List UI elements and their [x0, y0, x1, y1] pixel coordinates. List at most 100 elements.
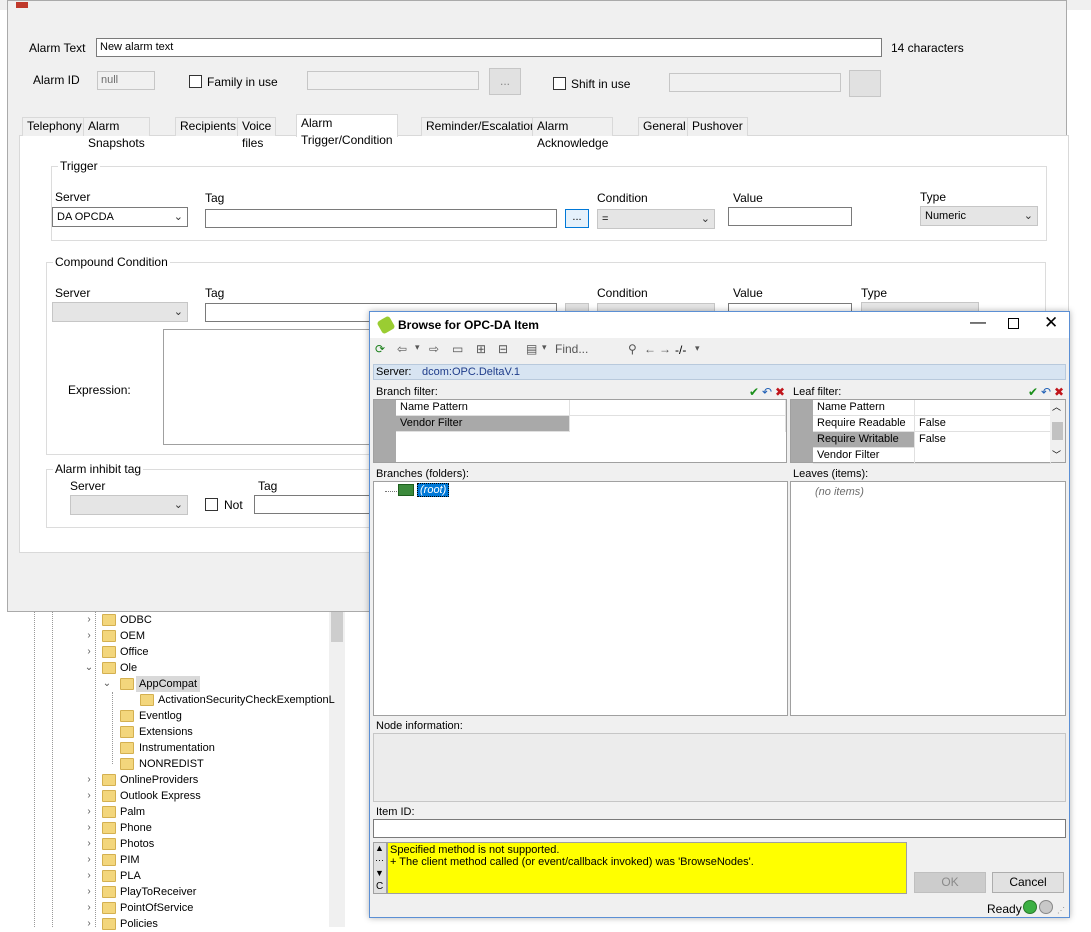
view-options-chevron-icon[interactable]: ▾: [542, 342, 547, 353]
family-in-use-checkbox[interactable]: [189, 75, 202, 88]
tab-voice-files[interactable]: Voice files: [237, 117, 277, 150]
scroll-up-icon[interactable]: ▲: [375, 843, 384, 853]
error-line-1: Specified method is not supported.: [390, 844, 560, 856]
tree-scrollbar[interactable]: [329, 612, 345, 927]
browse-title: Browse for OPC-DA Item: [398, 318, 539, 332]
alarm-dialog-icon: [16, 2, 28, 8]
search-icon[interactable]: ⚲: [628, 342, 637, 356]
tab-reminder-escalation[interactable]: Reminder/Escalation: [421, 117, 542, 136]
shift-in-use-checkbox[interactable]: [553, 77, 566, 90]
trigger-value-label: Value: [733, 191, 763, 205]
leaf-filter-row[interactable]: Name Pattern: [813, 400, 1051, 416]
copy-button[interactable]: C: [376, 881, 383, 892]
inhibit-server-select[interactable]: ⌄: [70, 495, 188, 515]
compound-server-select[interactable]: ⌄: [52, 302, 188, 322]
error-line-2: + The client method called (or event/cal…: [390, 856, 754, 868]
trigger-value-input[interactable]: [728, 207, 852, 226]
maximize-icon[interactable]: [1008, 318, 1019, 329]
close-icon[interactable]: ✕: [1044, 313, 1058, 333]
branch-filter-label: Branch filter:: [376, 386, 438, 398]
scroll-down-icon[interactable]: ▼: [375, 868, 384, 878]
branch-filter-apply-icon[interactable]: ✔: [749, 385, 759, 399]
shift-browse-button[interactable]: [849, 70, 881, 97]
status-idle-icon: [1039, 900, 1053, 914]
server-node-icon: [398, 484, 414, 496]
alarm-text-input[interactable]: New alarm text: [96, 38, 882, 57]
chevron-down-icon: ⌄: [1023, 210, 1033, 222]
tab-alarm-snapshots[interactable]: Alarm Snapshots: [83, 117, 150, 150]
chevron-down-icon[interactable]: ﹀: [1052, 448, 1061, 461]
find-input[interactable]: Find...: [555, 342, 625, 356]
item-id-input[interactable]: [373, 819, 1066, 838]
tab-recipients[interactable]: Recipients: [175, 117, 242, 136]
leaves-list[interactable]: (no items): [790, 481, 1066, 716]
family-browse-button[interactable]: ...: [489, 68, 521, 95]
leaf-filter-row[interactable]: Require Writable False: [813, 432, 1051, 448]
find-next-icon[interactable]: →: [659, 342, 671, 356]
chevron-up-icon[interactable]: ︿: [1052, 400, 1061, 413]
leaf-filter-reset-icon[interactable]: ↶: [1041, 385, 1051, 399]
browse-title-bar: Browse for OPC-DA Item — ✕: [370, 312, 1069, 338]
no-items-text: (no items): [815, 486, 864, 498]
tab-alarm-trigger-condition[interactable]: Alarm Trigger/Condition: [296, 114, 398, 147]
expression-textarea[interactable]: [163, 329, 373, 445]
root-node[interactable]: (root): [417, 483, 450, 497]
branches-tree[interactable]: (root): [373, 481, 788, 716]
leaf-filter-apply-icon[interactable]: ✔: [1028, 385, 1038, 399]
cancel-button[interactable]: Cancel: [992, 872, 1064, 893]
tab-pushover[interactable]: Pushover: [687, 117, 748, 136]
separator-chevron-icon[interactable]: ▾: [695, 343, 700, 354]
find-previous-icon[interactable]: ←: [644, 342, 656, 356]
browse-opc-window: Browse for OPC-DA Item — ✕ ⟳ ⇦ ▾ ⇨ ▭ ⊞ ⊟…: [369, 311, 1070, 918]
branch-filter-reset-icon[interactable]: ↶: [762, 385, 772, 399]
details-icon[interactable]: ⋯: [375, 855, 384, 866]
refresh-icon[interactable]: ⟳: [375, 342, 385, 356]
server-value: dcom:OPC.DeltaV.1: [422, 366, 521, 378]
leaf-filter-row[interactable]: Require Readable False: [813, 416, 1051, 432]
leaf-filter-clear-icon[interactable]: ✖: [1054, 385, 1064, 399]
tree-scrollbar-thumb[interactable]: [331, 612, 343, 642]
leaf-filter-row[interactable]: Vendor Filter: [813, 448, 1051, 464]
minimize-icon[interactable]: —: [970, 314, 986, 332]
compound-type-label: Type: [861, 286, 888, 300]
leaf-filter-grid: Name Pattern Require Readable False Requ…: [790, 399, 1066, 464]
back-history-chevron-icon[interactable]: ▾: [415, 342, 420, 353]
tab-general[interactable]: General: [638, 117, 691, 136]
branch-filter-clear-icon[interactable]: ✖: [775, 385, 785, 399]
tab-telephony[interactable]: Telephony: [22, 117, 87, 136]
error-side-controls: ▲ ⋯ ▼ C: [373, 842, 387, 894]
resize-grip-icon[interactable]: ⋰: [1057, 906, 1065, 915]
up-folder-icon[interactable]: ▭: [452, 342, 463, 356]
trigger-tag-input[interactable]: [205, 209, 557, 228]
trigger-condition-label: Condition: [597, 191, 648, 205]
branch-filter-row[interactable]: Name Pattern: [396, 400, 786, 416]
server-label: Server:: [376, 366, 412, 378]
error-message-box: Specified method is not supported. + The…: [387, 842, 907, 894]
trigger-type-select[interactable]: Numeric ⌄: [920, 206, 1038, 226]
server-bar: Server: dcom:OPC.DeltaV.1: [373, 364, 1066, 380]
trigger-condition-select[interactable]: = ⌄: [597, 209, 715, 229]
node-info-label: Node information:: [376, 720, 463, 732]
shift-in-use-label: Shift in use: [571, 77, 631, 91]
compound-condition-label: Condition: [597, 286, 648, 300]
branch-filter-row[interactable]: Vendor Filter: [396, 416, 786, 432]
inhibit-not-checkbox[interactable]: [205, 498, 218, 511]
inhibit-tag-input[interactable]: [254, 495, 372, 514]
tab-alarm-acknowledge[interactable]: Alarm Acknowledge: [532, 117, 614, 150]
leaf-filter-label: Leaf filter:: [793, 386, 842, 398]
trigger-type-label: Type: [920, 190, 947, 204]
view-options-icon[interactable]: ▤: [526, 342, 537, 356]
trigger-tag-browse-button[interactable]: ...: [565, 209, 589, 228]
trigger-server-label: Server: [55, 190, 91, 204]
separator-selector[interactable]: -/-: [675, 343, 686, 357]
forward-icon[interactable]: ⇨: [429, 342, 439, 356]
back-icon[interactable]: ⇦: [397, 342, 407, 356]
family-field: [307, 71, 479, 90]
trigger-tag-label: Tag: [205, 191, 225, 205]
inhibit-group-title: Alarm inhibit tag: [53, 462, 144, 476]
leaf-filter-scrollbar[interactable]: ︿ ﹀: [1050, 400, 1065, 462]
trigger-server-select[interactable]: DA OPCDA ⌄: [52, 207, 188, 227]
ok-button[interactable]: OK: [914, 872, 986, 893]
expand-all-icon[interactable]: ⊞: [476, 342, 486, 356]
collapse-all-icon[interactable]: ⊟: [498, 342, 508, 356]
